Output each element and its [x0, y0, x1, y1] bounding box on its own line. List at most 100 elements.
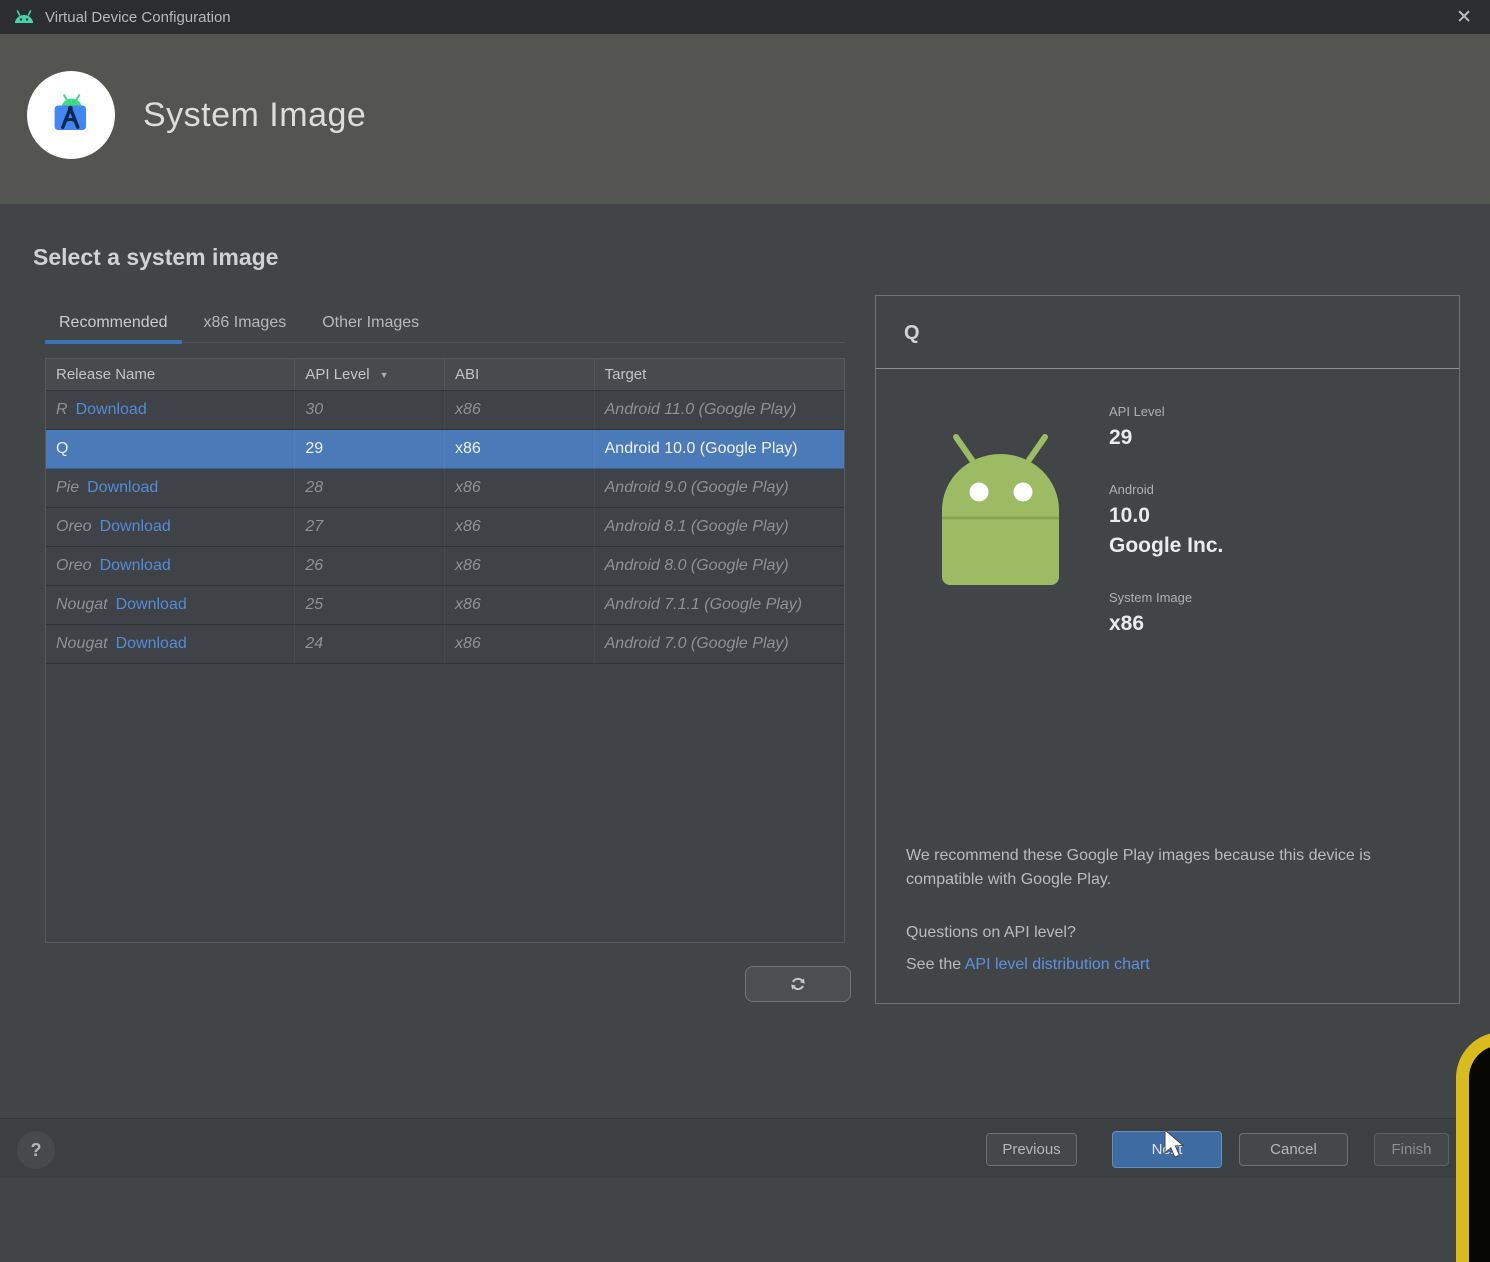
column-header-api-level[interactable]: API Level ▼: [295, 359, 445, 390]
sort-desc-icon: ▼: [380, 370, 389, 380]
api-question-text: Questions on API level?: [906, 924, 1076, 942]
close-icon[interactable]: ✕: [1450, 6, 1478, 29]
selected-image-detail-panel: Q API Level 29 Android 10.0 Google Inc. …: [875, 295, 1460, 1004]
abi-cell: x86: [445, 547, 595, 585]
abi-value: x86: [1109, 612, 1223, 636]
android-head-icon: [12, 7, 36, 27]
android-studio-logo: [27, 71, 115, 159]
api-level-value: 29: [1109, 426, 1223, 450]
abi-cell: x86: [445, 508, 595, 546]
question-mark-icon: ?: [31, 1140, 42, 1161]
table-row[interactable]: Nougat Download 25x86Android 7.1.1 (Google…: [46, 586, 844, 625]
api-level-cell: 29: [295, 430, 445, 468]
page-title: System Image: [143, 96, 366, 135]
release-name: Oreo: [56, 557, 92, 575]
column-header-target[interactable]: Target: [595, 359, 844, 390]
download-link[interactable]: Download: [116, 596, 187, 614]
system-image-table-body: RDownload30x86Android 11.0 (Google Play)…: [46, 391, 844, 664]
api-distribution-chart-link[interactable]: API level distribution chart: [965, 956, 1150, 973]
release-name-cell: Pie Download: [46, 469, 295, 507]
virtual-device-configuration-dialog: { "titlebar": { "title": "Virtual Device…: [0, 0, 1490, 1178]
abi-cell: x86: [445, 586, 595, 624]
refresh-icon: [788, 974, 808, 994]
refresh-button[interactable]: [745, 966, 851, 1002]
release-name-cell: Oreo Download: [46, 547, 295, 585]
titlebar: Virtual Device Configuration ✕: [0, 0, 1490, 34]
release-name-cell: Nougat Download: [46, 586, 295, 624]
see-the-line: See the API level distribution chart: [906, 956, 1150, 974]
abi-cell: x86: [445, 391, 595, 429]
recommendation-text: We recommend these Google Play images be…: [906, 844, 1421, 892]
release-name-cell: Oreo Download: [46, 508, 295, 546]
api-level-cell: 28: [295, 469, 445, 507]
release-name: Pie: [56, 479, 79, 497]
target-cell: Android 7.1.1 (Google Play): [595, 586, 844, 624]
release-name: Q: [56, 440, 68, 458]
download-link[interactable]: Download: [100, 518, 171, 536]
cancel-button[interactable]: Cancel: [1239, 1133, 1348, 1166]
column-label: ABI: [455, 366, 479, 383]
image-tabs: Recommended x86 Images Other Images: [45, 304, 845, 343]
detail-divider: [876, 368, 1459, 369]
download-link[interactable]: Download: [87, 479, 158, 497]
android-label: Android: [1109, 482, 1223, 497]
window-title: Virtual Device Configuration: [45, 9, 231, 26]
see-prefix: See the: [906, 956, 961, 973]
android-version-value: 10.0: [1109, 504, 1223, 528]
section-heading: Select a system image: [33, 244, 278, 271]
release-name-cell: R Download: [46, 391, 295, 429]
release-name: R: [56, 401, 68, 419]
finish-button[interactable]: Finish: [1374, 1133, 1449, 1166]
abi-cell: x86: [445, 469, 595, 507]
table-row[interactable]: Nougat Download 24x86Android 7.0 (Google P…: [46, 625, 844, 664]
column-label: Target: [605, 366, 647, 383]
release-name: Nougat: [56, 635, 108, 653]
system-image-label: System Image: [1109, 590, 1223, 605]
target-cell: Android 9.0 (Google Play): [595, 469, 844, 507]
target-cell: Android 11.0 (Google Play): [595, 391, 844, 429]
download-link[interactable]: Download: [100, 557, 171, 575]
table-row[interactable]: R Download 30x86Android 11.0 (Google Play): [46, 391, 844, 430]
release-name-cell: Nougat Download: [46, 625, 295, 663]
detail-fields: API Level 29 Android 10.0 Google Inc. Sy…: [1109, 404, 1223, 636]
column-label: Release Name: [56, 366, 155, 383]
column-header-abi[interactable]: ABI: [445, 359, 595, 390]
target-cell: Android 10.0 (Google Play): [595, 430, 844, 468]
previous-button[interactable]: Previous: [986, 1133, 1077, 1166]
help-button[interactable]: ?: [17, 1131, 55, 1169]
tab-other-images[interactable]: Other Images: [308, 304, 433, 342]
vendor-value: Google Inc.: [1109, 534, 1223, 558]
table-row[interactable]: Q 29x86Android 10.0 (Google Play): [46, 430, 844, 469]
column-label: API Level: [305, 366, 369, 383]
api-level-cell: 27: [295, 508, 445, 546]
android-studio-logo-icon: [41, 85, 101, 145]
download-link[interactable]: Download: [116, 635, 187, 653]
table-header-row: Release Name API Level ▼ ABI Target: [46, 359, 844, 391]
mouse-cursor-icon: [1163, 1130, 1189, 1160]
release-name-cell: Q: [46, 430, 295, 468]
api-level-cell: 26: [295, 547, 445, 585]
release-name: Oreo: [56, 518, 92, 536]
api-level-cell: 25: [295, 586, 445, 624]
wizard-header: System Image: [0, 34, 1490, 204]
tab-recommended[interactable]: Recommended: [45, 304, 182, 342]
api-level-cell: 24: [295, 625, 445, 663]
abi-cell: x86: [445, 430, 595, 468]
table-row[interactable]: Oreo Download 26x86Android 8.0 (Google Pla…: [46, 547, 844, 586]
tab-x86-images[interactable]: x86 Images: [190, 304, 301, 342]
api-level-label: API Level: [1109, 404, 1223, 419]
target-cell: Android 8.1 (Google Play): [595, 508, 844, 546]
android-robot-icon: [934, 430, 1067, 586]
detail-title: Q: [904, 322, 920, 345]
release-name: Nougat: [56, 596, 108, 614]
download-link[interactable]: Download: [76, 401, 147, 419]
table-row[interactable]: Oreo Download 27x86Android 8.1 (Google Pla…: [46, 508, 844, 547]
table-row[interactable]: Pie Download 28x86Android 9.0 (Google Play…: [46, 469, 844, 508]
system-image-table: Release Name API Level ▼ ABI Target R Dow…: [45, 358, 845, 943]
abi-cell: x86: [445, 625, 595, 663]
column-header-release-name[interactable]: Release Name: [46, 359, 295, 390]
api-level-cell: 30: [295, 391, 445, 429]
highlight-overlay: [1456, 1032, 1490, 1262]
target-cell: Android 8.0 (Google Play): [595, 547, 844, 585]
target-cell: Android 7.0 (Google Play): [595, 625, 844, 663]
